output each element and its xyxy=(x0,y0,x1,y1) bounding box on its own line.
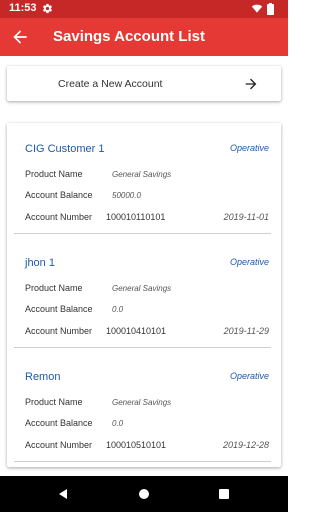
account-date: 2019-11-01 xyxy=(223,212,269,222)
account-status: Operative xyxy=(229,371,269,381)
product-name-label: Product Name xyxy=(25,169,83,179)
navigation-bar xyxy=(0,476,288,512)
account-balance-value: 50000.0 xyxy=(112,191,141,200)
account-item[interactable]: jhon 1 Operative Product Name General Sa… xyxy=(7,237,281,351)
back-arrow-icon[interactable] xyxy=(10,27,30,47)
arrow-right-icon xyxy=(245,78,257,90)
status-bar: 11:53 xyxy=(0,0,288,18)
account-number-label: Account Number xyxy=(25,212,93,222)
wifi-icon xyxy=(251,4,263,13)
account-balance-value: 0.0 xyxy=(112,305,124,314)
account-date: 2019-12-28 xyxy=(222,440,269,450)
nav-home-icon[interactable] xyxy=(138,488,150,500)
product-name-label: Product Name xyxy=(25,397,83,407)
account-item[interactable]: Remon Operative Product Name General Sav… xyxy=(7,351,281,465)
gear-icon xyxy=(43,3,52,14)
product-name-value: General Savings xyxy=(112,284,172,293)
account-status: Operative xyxy=(229,143,269,153)
account-balance-value: 0.0 xyxy=(112,419,124,428)
nav-back-icon[interactable] xyxy=(57,488,69,500)
create-account-label: Create a New Account xyxy=(58,78,163,90)
account-item[interactable]: CIG Customer 1 Operative Product Name Ge… xyxy=(7,123,281,237)
product-name-value: General Savings xyxy=(112,170,172,179)
account-name: jhon 1 xyxy=(25,257,55,269)
battery-icon xyxy=(267,3,274,15)
account-date: 2019-11-29 xyxy=(223,326,269,336)
divider xyxy=(14,461,271,462)
account-number-value: 100010510101 xyxy=(106,440,167,450)
account-list: CIG Customer 1 Operative Product Name Ge… xyxy=(7,123,281,467)
account-number-value: 100010410101 xyxy=(106,326,167,336)
account-balance-label: Account Balance xyxy=(25,304,93,314)
app-bar: Savings Account List xyxy=(0,18,288,56)
account-status: Operative xyxy=(229,257,269,267)
create-account-button[interactable]: Create a New Account xyxy=(7,66,281,101)
account-balance-label: Account Balance xyxy=(25,190,93,200)
account-balance-label: Account Balance xyxy=(25,418,93,428)
product-name-value: General Savings xyxy=(112,398,172,407)
account-number-label: Account Number xyxy=(25,440,93,450)
product-name-label: Product Name xyxy=(25,283,83,293)
divider xyxy=(14,347,271,348)
divider xyxy=(14,233,271,234)
account-name: CIG Customer 1 xyxy=(25,143,105,155)
account-name: Remon xyxy=(25,371,61,383)
nav-recents-icon[interactable] xyxy=(219,489,229,499)
status-time: 11:53 xyxy=(9,2,37,14)
page-title: Savings Account List xyxy=(53,28,205,45)
account-number-label: Account Number xyxy=(25,326,93,336)
account-number-value: 100010110101 xyxy=(106,212,166,222)
